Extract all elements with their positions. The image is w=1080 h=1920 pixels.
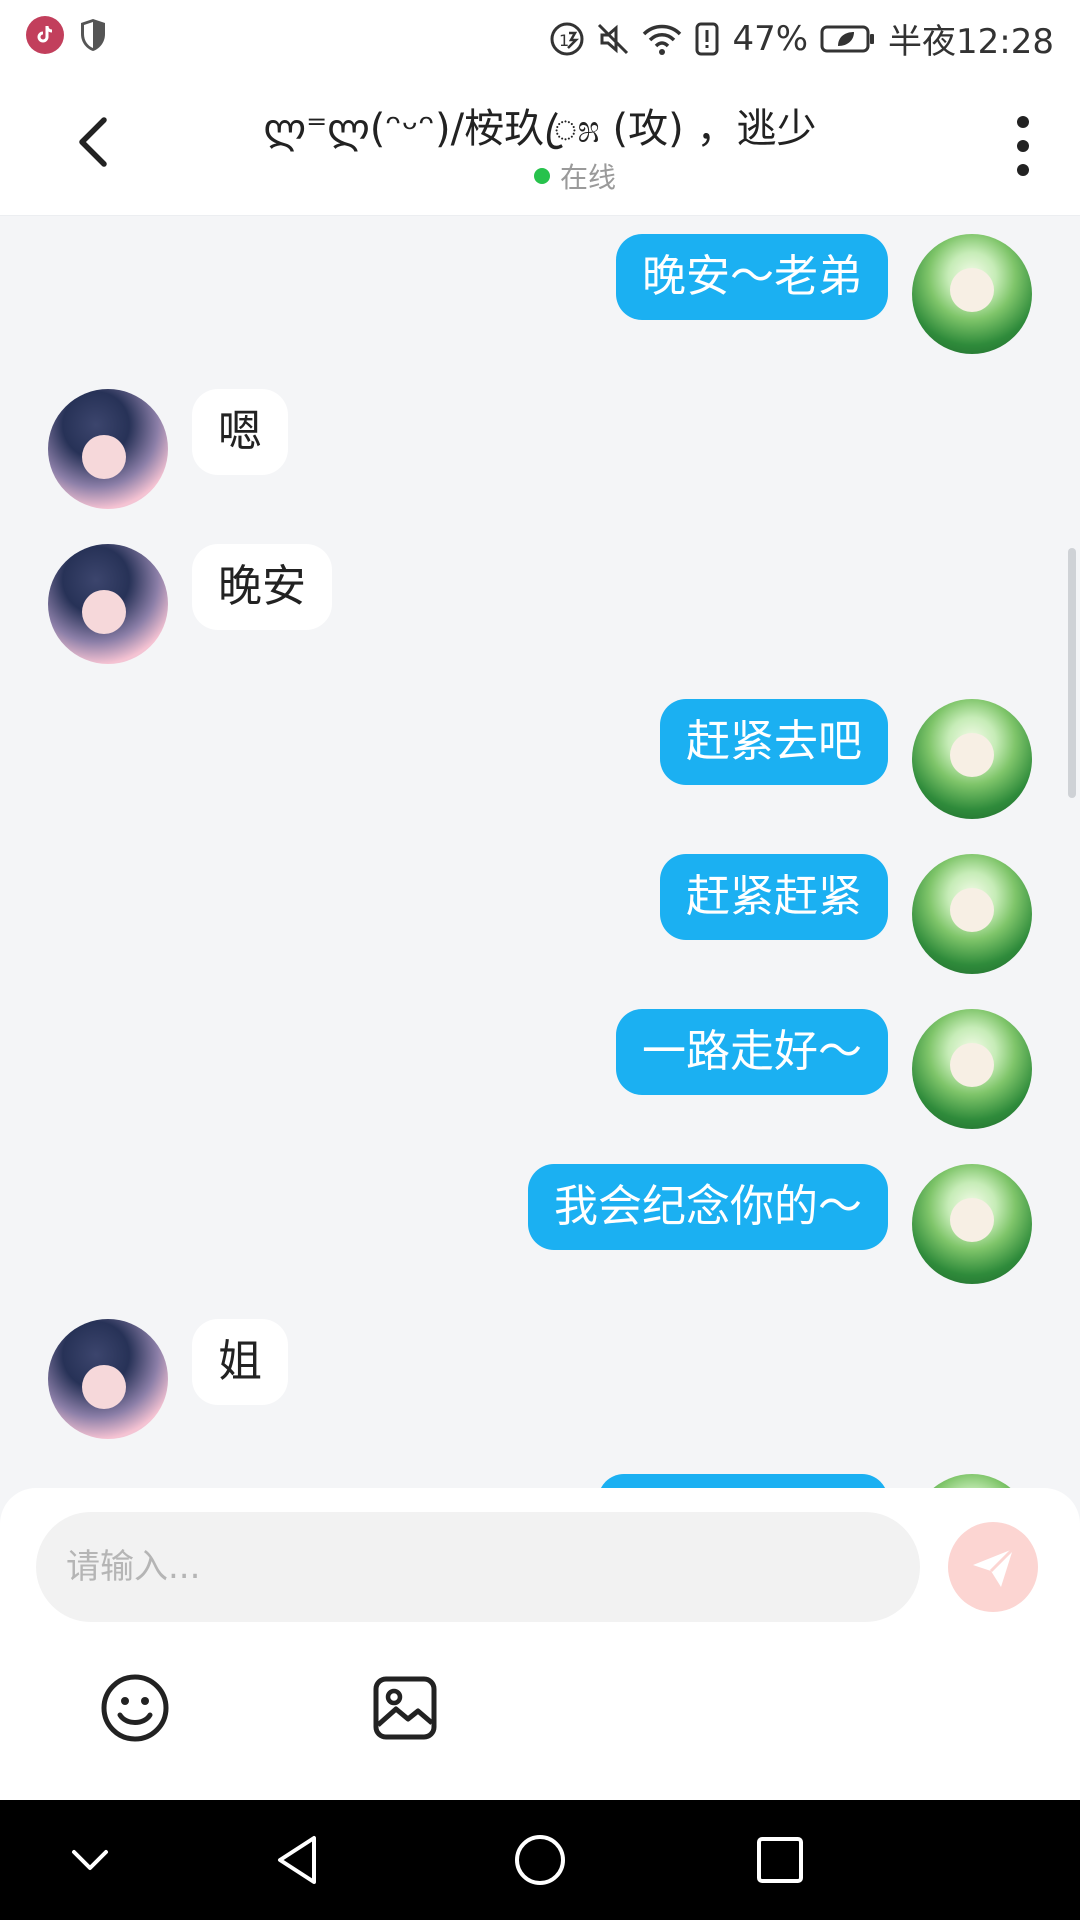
battery-percent: 47%: [732, 18, 809, 59]
wifi-icon: [643, 24, 682, 55]
status-left: [26, 16, 108, 54]
my-avatar[interactable]: [912, 234, 1032, 354]
chat-header: ლ⁼ლ(ᵔᵕᵔ)/桉玖ꦿ೫ (攻) ，逃少 在线: [0, 74, 1080, 216]
message-bubble-outgoing[interactable]: 我会纪念你的～: [528, 1164, 888, 1250]
contact-avatar[interactable]: [48, 544, 168, 664]
contact-avatar[interactable]: [48, 1319, 168, 1439]
message-bubble-incoming[interactable]: 晚安: [192, 544, 332, 630]
online-status: 在线: [0, 156, 1080, 196]
nav-back-icon[interactable]: [270, 1830, 330, 1890]
more-options-icon[interactable]: [1008, 116, 1038, 176]
system-navigation-bar: [0, 1800, 1080, 1920]
send-button[interactable]: [948, 1522, 1038, 1612]
my-avatar[interactable]: [912, 854, 1032, 974]
image-icon[interactable]: [372, 1675, 438, 1741]
message-bubble-outgoing[interactable]: 一路走好～: [616, 1009, 888, 1095]
message-row: 姐: [0, 1301, 1080, 1439]
message-bubble-outgoing[interactable]: 晚安～老弟: [616, 234, 888, 320]
alert-icon: [695, 22, 719, 55]
tiktok-app-icon: [26, 16, 64, 54]
status-bar: 1 47% 半夜12:28: [0, 0, 1080, 74]
message-input[interactable]: [36, 1512, 920, 1622]
online-dot: [533, 168, 550, 184]
my-avatar[interactable]: [912, 699, 1032, 819]
message-bubble-incoming[interactable]: 嗯: [192, 389, 288, 475]
message-list[interactable]: 晚安～老弟 嗯 晚安 赶紧去吧 赶紧赶紧 一路走好～ 我会纪念你的～ 姐: [0, 216, 1080, 1488]
my-avatar[interactable]: [912, 1474, 1032, 1488]
message-row: 赶紧赶紧: [0, 836, 1080, 974]
contact-avatar[interactable]: [48, 389, 168, 509]
message-row: [0, 1456, 1080, 1488]
hd-call-icon: 1: [550, 22, 584, 55]
collapse-icon[interactable]: [60, 1830, 120, 1890]
input-panel: [0, 1488, 1080, 1800]
my-avatar[interactable]: [912, 1164, 1032, 1284]
message-row: 晚安: [0, 526, 1080, 664]
message-bubble-incoming[interactable]: 姐: [192, 1319, 288, 1405]
nav-home-icon[interactable]: [510, 1830, 570, 1890]
status-right: 1 47% 半夜12:28: [550, 14, 1054, 63]
clock: 半夜12:28: [888, 22, 1054, 62]
nav-recents-icon[interactable]: [750, 1830, 810, 1890]
message-bubble-outgoing[interactable]: [598, 1474, 888, 1488]
battery-icon: [820, 25, 875, 52]
message-bubble-outgoing[interactable]: 赶紧去吧: [660, 699, 888, 785]
message-row: 我会纪念你的～: [0, 1146, 1080, 1284]
mute-icon: [598, 23, 629, 54]
message-row: 嗯: [0, 371, 1080, 509]
my-avatar[interactable]: [912, 1009, 1032, 1129]
online-status-label: 在线: [559, 161, 616, 194]
message-bubble-outgoing[interactable]: 赶紧赶紧: [660, 854, 888, 940]
emoji-icon[interactable]: [100, 1673, 170, 1743]
send-icon: [973, 1547, 1015, 1587]
shield-icon: [81, 19, 105, 51]
scrollbar[interactable]: [1068, 548, 1076, 798]
message-row: 晚安～老弟: [0, 216, 1080, 354]
message-row: 赶紧去吧: [0, 681, 1080, 819]
message-row: 一路走好～: [0, 991, 1080, 1129]
